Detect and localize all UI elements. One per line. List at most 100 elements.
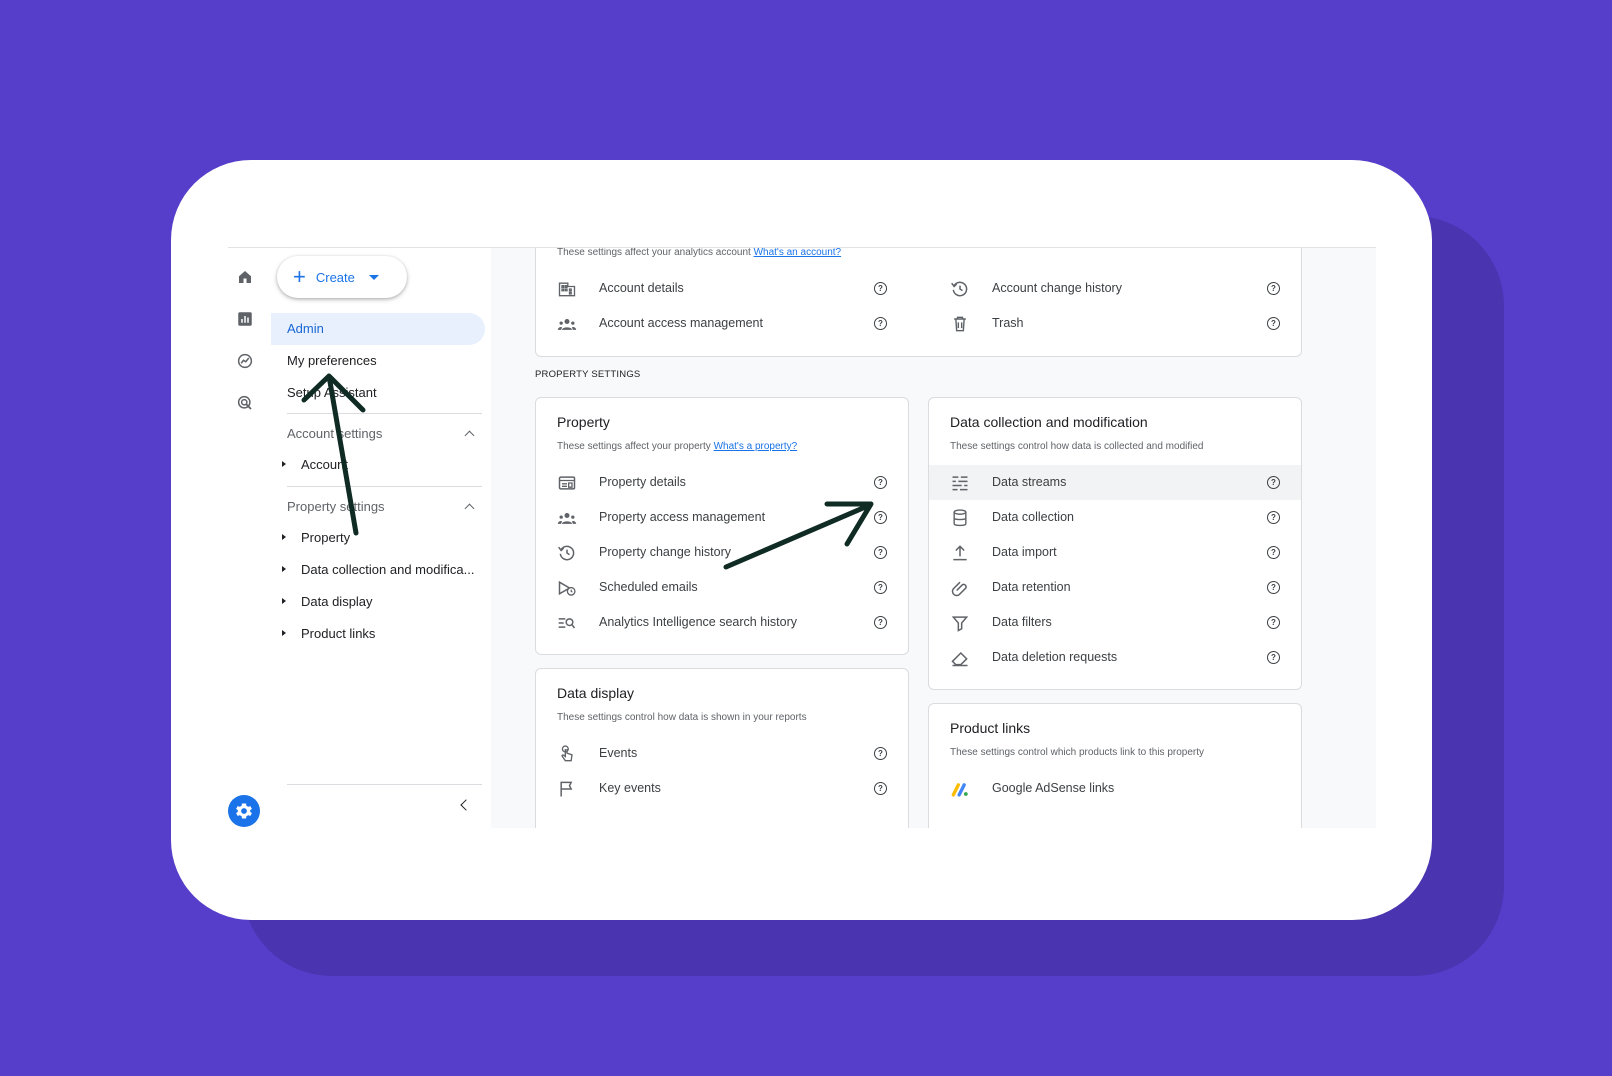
row-label: Account access management bbox=[599, 316, 763, 330]
row-property-change-history[interactable]: Property change history ? bbox=[536, 535, 908, 570]
help-icon[interactable]: ? bbox=[874, 782, 887, 795]
panel-subtitle: These settings control how data is colle… bbox=[950, 441, 1204, 452]
nav-section-account-settings[interactable]: Account settings bbox=[287, 424, 382, 444]
row-google-adsense-links[interactable]: Google AdSense links bbox=[929, 771, 1301, 806]
help-icon[interactable]: ? bbox=[874, 546, 887, 559]
row-property-details[interactable]: Property details ? bbox=[536, 465, 908, 500]
row-label: Data retention bbox=[992, 580, 1071, 594]
row-label: Analytics Intelligence search history bbox=[599, 615, 798, 629]
row-label: Property details bbox=[599, 475, 686, 489]
touch-icon bbox=[561, 745, 573, 762]
help-icon[interactable]: ? bbox=[874, 317, 887, 330]
row-label: Data deletion requests bbox=[992, 650, 1118, 664]
row-data-retention[interactable]: Data retention ? bbox=[929, 570, 1301, 605]
row-data-import[interactable]: Data import ? bbox=[929, 535, 1301, 570]
row-key-events[interactable]: Key events ? bbox=[536, 771, 908, 806]
property-settings-heading: PROPERTY SETTINGS bbox=[535, 369, 641, 380]
nav-item-setup-assistant[interactable]: Setup Assistant bbox=[287, 383, 377, 403]
data-display-panel: Data display These settings control how … bbox=[535, 668, 909, 828]
help-icon[interactable]: ? bbox=[1267, 511, 1280, 524]
row-account-access-management[interactable]: Account access management ? bbox=[536, 306, 908, 341]
flag-icon bbox=[560, 781, 573, 797]
whats-an-account-link[interactable]: What's an account? bbox=[754, 248, 842, 258]
row-data-collection[interactable]: Data collection ? bbox=[929, 500, 1301, 535]
row-data-filters[interactable]: Data filters ? bbox=[929, 605, 1301, 640]
whats-a-property-link[interactable]: What's a property? bbox=[714, 441, 798, 452]
row-events[interactable]: Events ? bbox=[536, 736, 908, 771]
property-panel: Property These settings affect your prop… bbox=[535, 397, 909, 655]
row-scheduled-emails[interactable]: Scheduled emails ? bbox=[536, 570, 908, 605]
eraser-icon bbox=[951, 651, 968, 667]
row-data-streams[interactable]: Data streams ? bbox=[929, 465, 1301, 500]
row-analytics-intelligence-search-history[interactable]: Analytics Intelligence search history ? bbox=[536, 605, 908, 640]
expand-arrow-icon[interactable] bbox=[282, 630, 286, 636]
row-label: Data streams bbox=[992, 475, 1067, 489]
help-icon[interactable]: ? bbox=[1267, 546, 1280, 559]
row-label: Scheduled emails bbox=[599, 580, 698, 594]
search-history-icon bbox=[558, 618, 576, 629]
account-settings-panel: These settings affect your analytics acc… bbox=[535, 248, 1302, 357]
help-icon[interactable]: ? bbox=[874, 616, 887, 629]
help-icon[interactable]: ? bbox=[1267, 476, 1280, 489]
row-property-access-management[interactable]: Property access management ? bbox=[536, 500, 908, 535]
nav-item-account[interactable]: Account bbox=[301, 455, 348, 475]
caret-down-icon bbox=[368, 274, 379, 280]
create-button-label: Create bbox=[315, 269, 355, 285]
help-icon[interactable]: ? bbox=[874, 282, 887, 295]
help-icon[interactable]: ? bbox=[1267, 616, 1280, 629]
advertising-icon[interactable] bbox=[236, 394, 254, 412]
nav-item-property[interactable]: Property bbox=[301, 528, 350, 548]
trash-icon bbox=[954, 316, 966, 332]
row-label: Account details bbox=[599, 281, 684, 295]
people-icon bbox=[557, 513, 577, 524]
row-label: Property access management bbox=[599, 510, 766, 524]
screenshot-card: + Create Admin My preferences Setup Assi… bbox=[171, 160, 1432, 920]
help-icon[interactable]: ? bbox=[874, 476, 887, 489]
help-icon[interactable]: ? bbox=[874, 747, 887, 760]
row-data-deletion-requests[interactable]: Data deletion requests ? bbox=[929, 640, 1301, 675]
adsense-logo-icon bbox=[951, 783, 968, 797]
data-streams-icon bbox=[952, 476, 968, 491]
property-details-icon bbox=[558, 476, 576, 490]
expand-arrow-icon[interactable] bbox=[282, 461, 286, 467]
admin-gear-button[interactable] bbox=[228, 795, 260, 827]
nav-item-data-display[interactable]: Data display bbox=[301, 592, 373, 612]
nav-section-property-settings[interactable]: Property settings bbox=[287, 497, 385, 517]
expand-arrow-icon[interactable] bbox=[282, 566, 286, 572]
help-icon[interactable]: ? bbox=[1267, 317, 1280, 330]
panel-subtitle: These settings control how data is shown… bbox=[557, 712, 807, 723]
expand-arrow-icon[interactable] bbox=[282, 534, 286, 540]
chevron-up-icon[interactable] bbox=[464, 430, 475, 441]
panel-title: Product links bbox=[950, 720, 1031, 736]
row-label: Trash bbox=[992, 316, 1024, 330]
help-icon[interactable]: ? bbox=[874, 581, 887, 594]
database-icon bbox=[953, 509, 967, 527]
row-trash[interactable]: Trash ? bbox=[929, 306, 1301, 341]
row-label: Key events bbox=[599, 781, 661, 795]
chevron-up-icon[interactable] bbox=[464, 503, 475, 514]
explore-icon[interactable] bbox=[236, 352, 254, 370]
nav-item-my-preferences[interactable]: My preferences bbox=[287, 351, 377, 371]
row-account-change-history[interactable]: Account change history ? bbox=[929, 271, 1301, 306]
row-account-details[interactable]: Account details ? bbox=[536, 271, 908, 306]
reports-icon[interactable] bbox=[236, 310, 254, 328]
expand-arrow-icon[interactable] bbox=[282, 598, 286, 604]
row-label: Data collection bbox=[992, 510, 1074, 524]
nav-item-product-links[interactable]: Product links bbox=[301, 624, 375, 644]
collapse-nav-icon[interactable] bbox=[460, 799, 472, 811]
help-icon[interactable]: ? bbox=[1267, 581, 1280, 594]
create-button[interactable]: + Create bbox=[277, 256, 407, 298]
help-icon[interactable]: ? bbox=[1267, 651, 1280, 664]
nav-item-admin[interactable]: Admin bbox=[287, 319, 324, 339]
home-icon[interactable] bbox=[236, 268, 254, 286]
people-icon bbox=[557, 319, 577, 330]
row-label: Google AdSense links bbox=[992, 781, 1115, 795]
attachment-icon bbox=[951, 581, 967, 597]
history-icon bbox=[558, 545, 575, 561]
row-label: Events bbox=[599, 746, 638, 760]
help-icon[interactable]: ? bbox=[874, 511, 887, 524]
account-panel-subtitle: These settings affect your analytics acc… bbox=[557, 248, 842, 258]
history-icon bbox=[951, 281, 968, 297]
help-icon[interactable]: ? bbox=[1267, 282, 1280, 295]
nav-item-data-collection[interactable]: Data collection and modifica... bbox=[301, 560, 474, 580]
